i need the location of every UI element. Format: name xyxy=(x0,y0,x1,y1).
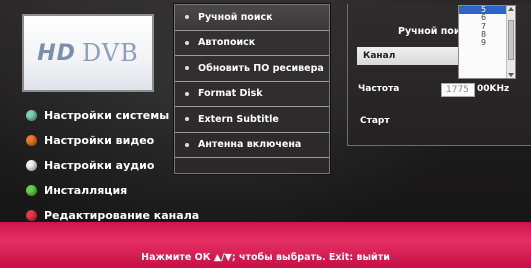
bullet-icon xyxy=(185,15,189,20)
menu-item-installation[interactable]: Инсталляция xyxy=(26,178,199,203)
submenu-item-extern-subtitle[interactable]: Extern Subtitle xyxy=(175,107,329,133)
logo-dvb-text: DVB xyxy=(81,39,139,67)
scroll-thumb[interactable] xyxy=(508,20,514,60)
submenu-item-label: Format Disk xyxy=(198,88,263,100)
footer-hint: Нажмите ОК ▲/▼; чтобы выбрать. Exit: вый… xyxy=(141,252,390,263)
frequency-input[interactable]: 1775 xyxy=(441,83,475,97)
submenu-item-antenna-power[interactable]: Антенна включена xyxy=(175,133,329,158)
bullet-icon xyxy=(185,66,189,71)
orange-dot-icon xyxy=(26,135,37,146)
channel-label: Канал xyxy=(363,51,396,61)
installation-submenu: Ручной поиск Автопоиск Обновить ПО ресив… xyxy=(174,4,330,174)
submenu-item-label: Автопоиск xyxy=(198,37,256,49)
channel-select[interactable]: Канал xyxy=(357,47,467,65)
start-button[interactable]: Старт xyxy=(360,116,390,126)
bullet-icon xyxy=(185,142,189,147)
bullet-icon xyxy=(185,117,189,122)
submenu-item-auto-search[interactable]: Автопоиск xyxy=(175,31,329,56)
teal-dot-icon xyxy=(26,110,37,121)
scroll-up-icon[interactable] xyxy=(508,7,514,11)
red-dot-icon xyxy=(26,210,37,221)
bullet-icon xyxy=(185,91,189,96)
submenu-item-manual-search[interactable]: Ручной поиск xyxy=(175,5,329,31)
dropdown-scrollbar[interactable] xyxy=(506,6,515,78)
menu-item-label: Настройки видео xyxy=(44,134,155,147)
white-dot-icon xyxy=(26,160,37,171)
hd-dvb-logo: HD DVB xyxy=(22,14,154,92)
submenu-item-label: Extern Subtitle xyxy=(198,113,279,125)
submenu-item-label: Обновить ПО ресивера xyxy=(198,62,324,74)
green-dot-icon xyxy=(26,185,37,196)
frequency-label: Частота xyxy=(358,84,400,94)
menu-item-label: Настройки аудио xyxy=(44,159,155,172)
menu-item-label: Настройки системы xyxy=(44,109,170,122)
scroll-down-icon[interactable] xyxy=(508,73,514,77)
logo-hd-text: HD xyxy=(37,40,76,66)
submenu-item-label: Ручной поиск xyxy=(198,11,273,23)
submenu-item-format-disk[interactable]: Format Disk xyxy=(175,82,329,107)
submenu-item-software-update[interactable]: Обновить ПО ресивера xyxy=(175,56,329,82)
frequency-unit: 00KHz xyxy=(477,84,510,94)
menu-item-label: Инсталляция xyxy=(44,184,128,197)
bullet-icon xyxy=(185,40,189,45)
submenu-item-label: Антенна включена xyxy=(198,139,302,151)
menu-item-label: Редактирование канала xyxy=(44,209,200,222)
channel-dropdown-list[interactable]: 5 6 7 8 9 xyxy=(458,5,516,79)
